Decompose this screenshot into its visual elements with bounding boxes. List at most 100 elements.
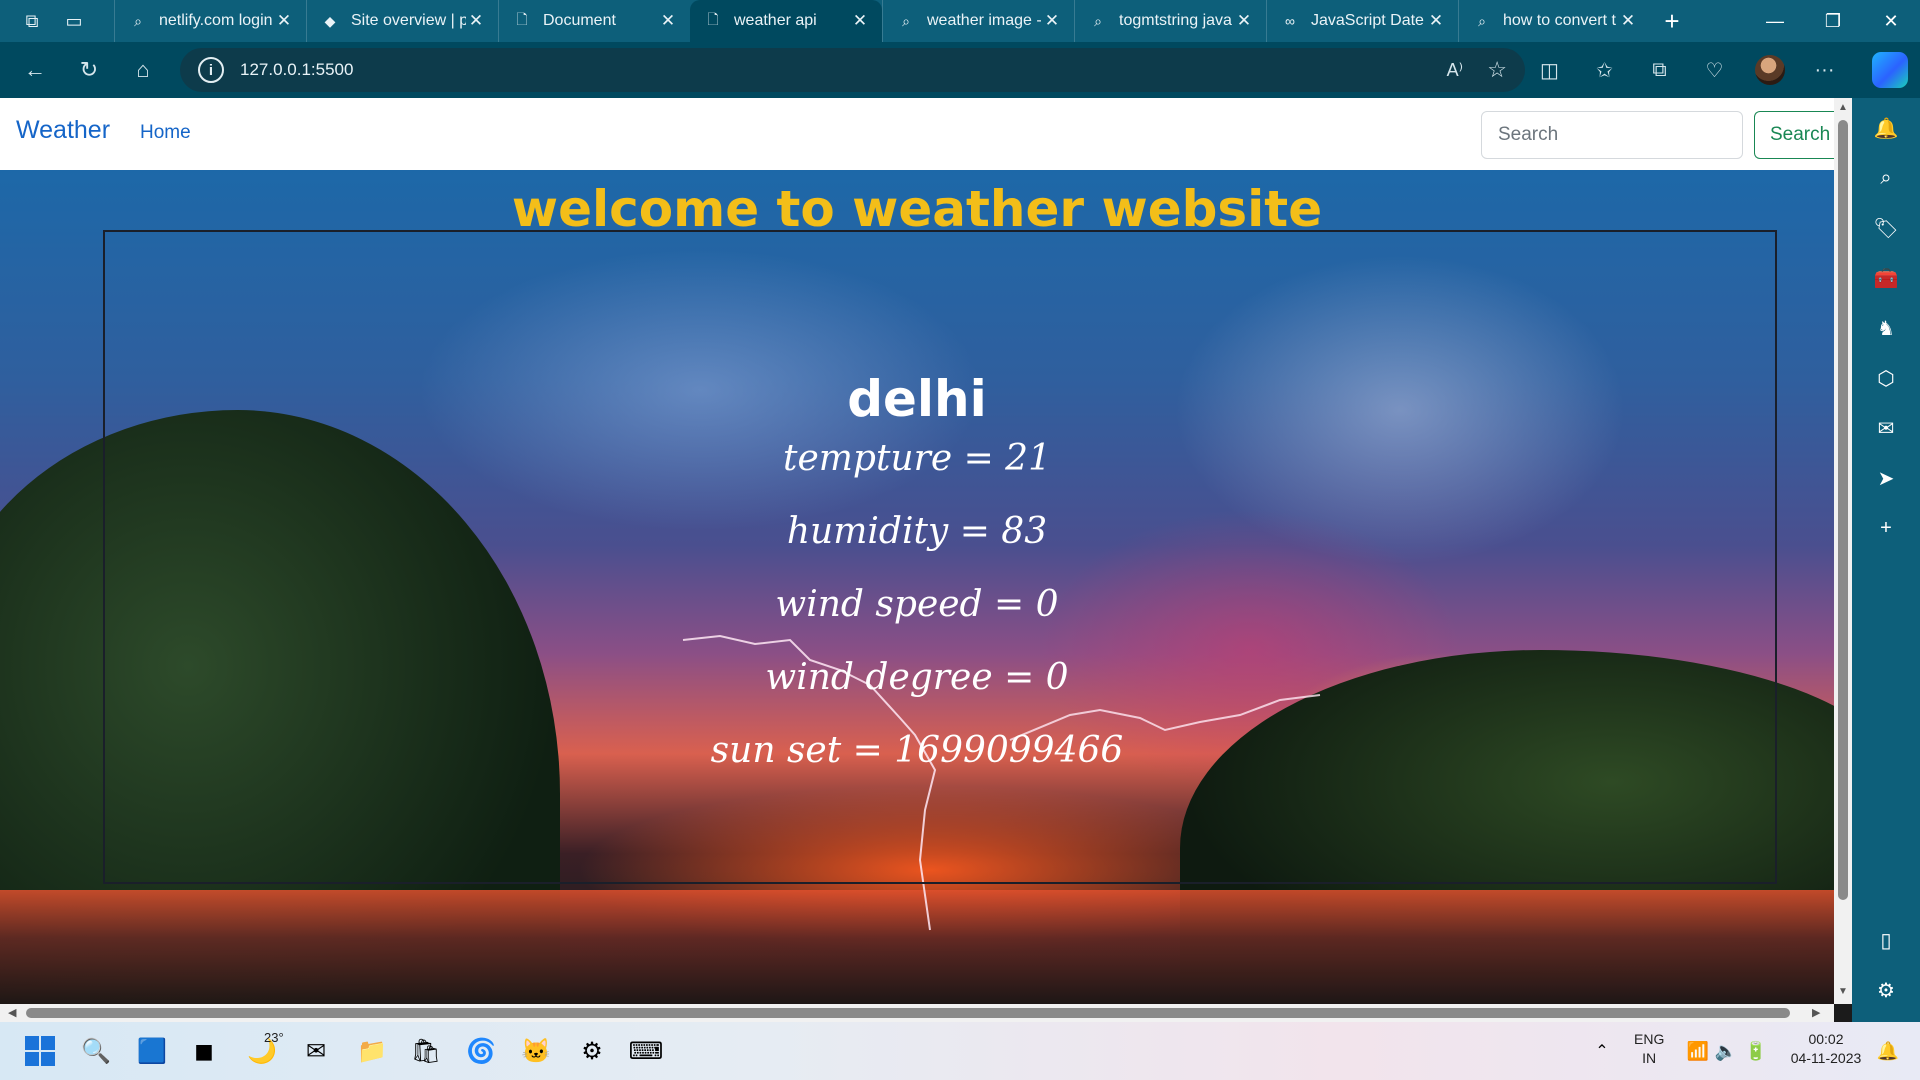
tab-strip: ⧉ ▭ ⌕ netlify.com login ✕ ◆ Site overview | … [0, 0, 1920, 42]
bell-icon[interactable]: 🔔 [1870, 112, 1902, 144]
sunset-text: sun set = 1699099466 [710, 730, 1124, 771]
taskbar-search-icon[interactable]: 🔍 [78, 1033, 114, 1069]
humidity-text: humidity = 83 [786, 511, 1048, 552]
shopping-tag-icon[interactable]: 🏷 [1870, 212, 1902, 244]
browser-sidebar: 🔔 ⌕ 🏷 🧰 ♞ ⬡ ✉ ➤ + ▯ ⚙ [1852, 98, 1920, 1022]
close-window-button[interactable]: ✕ [1862, 0, 1920, 42]
language-code: ENG [1634, 1031, 1665, 1047]
tools-icon[interactable]: 🧰 [1870, 262, 1902, 294]
favorites-icon[interactable]: ✩ [1577, 42, 1632, 98]
refresh-icon[interactable]: ↻ [62, 42, 116, 98]
close-tab-icon[interactable]: ✕ [850, 11, 870, 31]
city-name: delhi [847, 370, 987, 428]
hide-sidebar-icon[interactable]: ▯ [1870, 924, 1902, 956]
github-icon[interactable]: 🐱 [518, 1033, 554, 1069]
site-info-icon[interactable]: i [198, 57, 224, 83]
close-tab-icon[interactable]: ✕ [1426, 11, 1446, 31]
edge-icon[interactable]: 🌀 [463, 1033, 499, 1069]
split-screen-icon[interactable]: ◫ [1522, 42, 1577, 98]
search-icon: ⌕ [1478, 12, 1486, 29]
read-aloud-icon[interactable]: A⁾ [1447, 60, 1463, 81]
new-tab-button[interactable]: + [1650, 0, 1694, 42]
site-navbar: Weather Home Search [0, 98, 1834, 170]
profile-avatar[interactable] [1742, 42, 1797, 98]
url-field[interactable]: i 127.0.0.1:5500 A⁾ ☆ [180, 48, 1525, 92]
battery-icon[interactable]: 🔋 [1738, 1033, 1774, 1069]
browser-tab[interactable]: ⌕ togmtstring java ✕ [1074, 0, 1266, 42]
web-page: Weather Home Search welcome to weather w… [0, 98, 1834, 1004]
temperature-text: tempture = 21 [783, 438, 1051, 479]
browser-tab[interactable]: ⌕ how to convert t ✕ [1458, 0, 1650, 42]
restore-button[interactable]: ❐ [1804, 0, 1862, 42]
language-indicator[interactable]: ENG IN [1634, 1030, 1664, 1068]
netlify-icon: ◆ [324, 12, 336, 29]
url-text[interactable]: 127.0.0.1:5500 [240, 60, 353, 80]
favorite-star-icon[interactable]: ☆ [1487, 57, 1507, 83]
home-icon[interactable]: ⌂ [116, 42, 170, 98]
search-icon: ⌕ [902, 12, 910, 29]
copilot-preview-icon[interactable]: 🟦 [134, 1033, 170, 1069]
tab-label: how to convert t [1503, 12, 1616, 29]
search-input[interactable] [1481, 111, 1743, 159]
file-explorer-icon[interactable]: 📁 [354, 1033, 390, 1069]
browser-tab[interactable]: ⌕ weather image - ✕ [882, 0, 1074, 42]
store-icon[interactable]: 🛍 [408, 1033, 444, 1069]
collections-icon[interactable]: ⧉ [1632, 42, 1687, 98]
more-menu-icon[interactable]: ··· [1797, 42, 1852, 98]
search-button[interactable]: Search [1754, 111, 1834, 159]
nav-home-link[interactable]: Home [140, 122, 191, 144]
clock-time: 00:02 [1808, 1031, 1844, 1047]
workspaces-icon[interactable]: ⧉ [20, 9, 44, 33]
tab-label: JavaScript Date t [1311, 12, 1426, 29]
search-icon[interactable]: ⌕ [1870, 162, 1902, 194]
close-tab-icon[interactable]: ✕ [1234, 11, 1254, 31]
outlook-icon[interactable]: ✉ [1870, 412, 1902, 444]
browser-tab[interactable]: 🗋 weather api ✕ [690, 0, 882, 42]
search-icon: ⌕ [134, 12, 142, 29]
vscode-icon[interactable]: ⌨ [628, 1033, 664, 1069]
copilot-sidebar-icon[interactable]: ⬡ [1870, 362, 1902, 394]
close-tab-icon[interactable]: ✕ [1618, 11, 1638, 31]
minimize-button[interactable]: — [1746, 0, 1804, 42]
search-icon: ⌕ [1094, 12, 1102, 29]
document-icon: 🗋 [707, 11, 719, 27]
back-icon[interactable]: ← [8, 42, 62, 98]
notification-bell-icon[interactable]: 🔔 [1870, 1033, 1906, 1069]
add-sidebar-app-icon[interactable]: + [1870, 512, 1902, 544]
tab-label: netlify.com login [159, 12, 273, 29]
horizontal-scrollbar[interactable]: ◀ ▶ [0, 1004, 1834, 1022]
browser-tab[interactable]: 🗋 Document ✕ [498, 0, 690, 42]
close-tab-icon[interactable]: ✕ [466, 11, 486, 31]
browser-essentials-icon[interactable]: ♡ [1687, 42, 1742, 98]
browser-tab[interactable]: ⌕ netlify.com login ✕ [114, 0, 306, 42]
hero-background: welcome to weather website delhi temptur… [0, 170, 1834, 1004]
copilot-icon[interactable] [1872, 52, 1908, 88]
brand-link[interactable]: Weather [16, 116, 110, 145]
settings-icon[interactable]: ⚙ [574, 1033, 610, 1069]
sidebar-settings-icon[interactable]: ⚙ [1870, 974, 1902, 1006]
wind-speed-text: wind speed = 0 [775, 584, 1059, 625]
browser-tab[interactable]: ◆ Site overview | p ✕ [306, 0, 498, 42]
tab-actions-icon[interactable]: ▭ [62, 9, 86, 33]
vertical-scrollbar[interactable]: ▲ ▼ [1834, 98, 1852, 1004]
close-tab-icon[interactable]: ✕ [274, 11, 294, 31]
close-tab-icon[interactable]: ✕ [1042, 11, 1062, 31]
horizontal-scroll-thumb[interactable] [26, 1008, 1790, 1018]
mail-icon[interactable]: ✉ [298, 1033, 334, 1069]
browser-tab[interactable]: ∞ JavaScript Date t ✕ [1266, 0, 1458, 42]
drop-icon[interactable]: ➤ [1870, 462, 1902, 494]
task-view-icon[interactable]: ◼ [186, 1033, 222, 1069]
w3-icon: ∞ [1285, 13, 1295, 29]
tab-label: Site overview | p [351, 12, 466, 29]
clock[interactable]: 00:02 04-11-2023 [1786, 1030, 1866, 1068]
tab-label: Document [543, 12, 616, 29]
start-icon[interactable] [22, 1033, 58, 1069]
tray-chevron-icon[interactable]: ⌃ [1584, 1033, 1620, 1069]
games-icon[interactable]: ♞ [1870, 312, 1902, 344]
address-bar-row: ← ↻ ⌂ i 127.0.0.1:5500 A⁾ ☆ ◫ ✩ ⧉ ♡ ··· [0, 42, 1920, 98]
close-tab-icon[interactable]: ✕ [658, 11, 678, 31]
clock-date: 04-11-2023 [1790, 1050, 1862, 1066]
tab-label: weather image - [927, 12, 1042, 29]
vertical-scroll-thumb[interactable] [1838, 120, 1848, 900]
weather-widget-temp: 23° [264, 1030, 284, 1045]
